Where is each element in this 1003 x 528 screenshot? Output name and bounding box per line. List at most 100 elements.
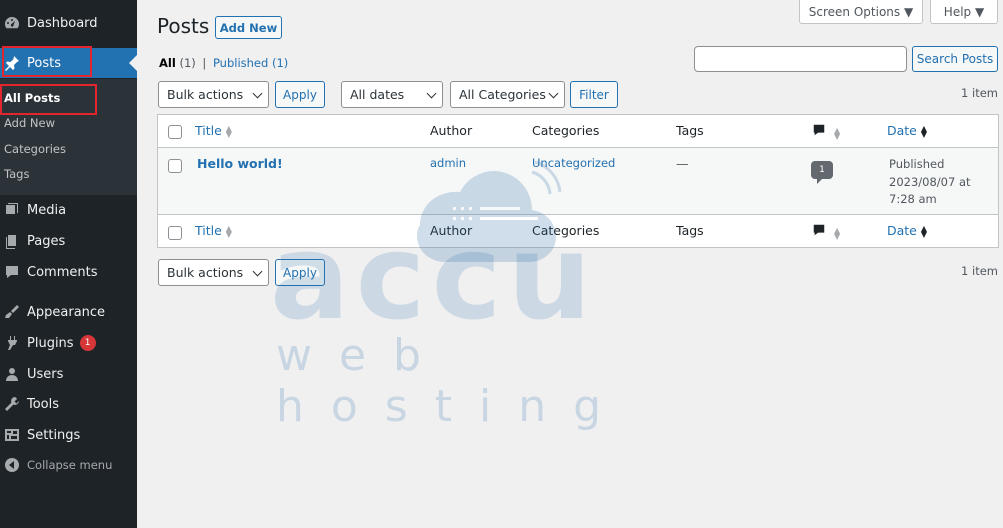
sort-desc-icon: ▲ ▼ bbox=[920, 123, 928, 139]
collapse-menu-button[interactable]: Collapse menu bbox=[0, 450, 137, 480]
screen-options-tab[interactable]: Screen Options ▼ bbox=[799, 0, 923, 24]
watermark-tagline: web hosting bbox=[276, 330, 629, 432]
post-status-filters: All (1) | Published (1) bbox=[159, 56, 288, 70]
post-date-value: 2023/08/07 at bbox=[889, 174, 971, 189]
filter-all-link[interactable]: All bbox=[159, 56, 176, 70]
submenu-tags[interactable]: Tags bbox=[4, 167, 29, 181]
category-filter-value: All Categories bbox=[459, 87, 546, 102]
collapse-menu-label: Collapse menu bbox=[27, 458, 113, 472]
apply-button-top[interactable]: Apply bbox=[275, 81, 325, 108]
filter-button[interactable]: Filter bbox=[570, 81, 618, 108]
column-title-label: Title bbox=[195, 223, 222, 238]
plugins-update-badge: 1 bbox=[79, 335, 96, 351]
column-categories: Categories bbox=[532, 123, 600, 138]
column-author: Author bbox=[430, 123, 473, 138]
column-comments-sort[interactable]: ▲ ▼ bbox=[812, 123, 840, 140]
search-input[interactable] bbox=[694, 46, 907, 72]
column-title-sort[interactable]: Title ▲ ▼ bbox=[195, 123, 232, 138]
sidebar-item-pages[interactable]: Pages bbox=[0, 226, 137, 256]
post-date-status: Published bbox=[889, 157, 945, 171]
divider bbox=[158, 214, 998, 215]
page-title: Posts bbox=[157, 14, 210, 38]
column-author-footer: Author bbox=[430, 223, 473, 238]
post-date-time: 7:28 am bbox=[889, 192, 937, 206]
sort-icon: ▲ ▼ bbox=[834, 125, 841, 141]
sort-icon: ▲ ▼ bbox=[225, 123, 232, 139]
sidebar-item-settings[interactable]: Settings bbox=[0, 420, 137, 450]
submenu-add-new[interactable]: Add New bbox=[4, 116, 55, 130]
add-new-button[interactable]: Add New bbox=[215, 16, 282, 39]
apply-button-bottom[interactable]: Apply bbox=[275, 259, 325, 286]
filter-published-count: (1) bbox=[271, 56, 289, 70]
select-all-checkbox-footer[interactable] bbox=[168, 226, 182, 240]
sidebar-item-dashboard[interactable]: Dashboard bbox=[0, 8, 137, 38]
chevron-down-icon bbox=[252, 266, 263, 277]
sort-icon: ▲ ▼ bbox=[225, 223, 232, 239]
sidebar-item-plugins[interactable]: Plugins 1 bbox=[0, 328, 137, 358]
post-date: Published 2023/08/07 at 7:28 am bbox=[889, 156, 971, 209]
column-title-label: Title bbox=[195, 123, 222, 138]
submenu-categories[interactable]: Categories bbox=[4, 142, 66, 156]
posts-table: Title ▲ ▼ Author Categories Tags ▲ ▼ Date ▲ ▼… bbox=[157, 114, 999, 248]
sidebar-item-users[interactable]: Users bbox=[0, 359, 137, 389]
sidebar-item-label: Users bbox=[27, 366, 64, 382]
column-categories-footer: Categories bbox=[532, 223, 600, 238]
dates-filter-value: All dates bbox=[350, 87, 405, 102]
bulk-actions-value: Bulk actions bbox=[167, 265, 244, 280]
sidebar-item-label: Comments bbox=[27, 264, 98, 280]
sidebar-item-media[interactable]: Media bbox=[0, 195, 137, 225]
sidebar-item-label: Dashboard bbox=[27, 15, 98, 31]
highlight-box-posts bbox=[2, 46, 92, 77]
chevron-down-icon bbox=[548, 88, 559, 99]
select-all-checkbox[interactable] bbox=[168, 125, 182, 139]
post-author-link[interactable]: admin bbox=[430, 156, 466, 170]
row-checkbox[interactable] bbox=[168, 159, 182, 173]
sort-desc-icon: ▲ ▼ bbox=[920, 223, 928, 239]
bulk-actions-select-top[interactable]: Bulk actions bbox=[158, 81, 269, 108]
item-count-top: 1 item bbox=[961, 86, 998, 100]
column-date-sort-footer[interactable]: Date ▲ ▼ bbox=[887, 223, 927, 238]
post-tags: — bbox=[676, 156, 689, 171]
filter-published-link[interactable]: Published bbox=[213, 56, 268, 70]
column-date-sort[interactable]: Date ▲ ▼ bbox=[887, 123, 927, 138]
pages-icon bbox=[3, 232, 21, 250]
comment-icon bbox=[813, 124, 825, 136]
column-title-sort-footer[interactable]: Title ▲ ▼ bbox=[195, 223, 232, 238]
bulk-actions-select-bottom[interactable]: Bulk actions bbox=[158, 259, 269, 286]
sidebar-item-tools[interactable]: Tools bbox=[0, 389, 137, 419]
bulk-actions-value: Bulk actions bbox=[167, 87, 244, 102]
sidebar-item-label: Plugins bbox=[27, 335, 74, 351]
post-category-link[interactable]: Uncategorized bbox=[532, 156, 615, 170]
tools-icon bbox=[3, 395, 21, 413]
sidebar-item-label: Tools bbox=[27, 396, 60, 412]
dashboard-icon bbox=[3, 14, 21, 32]
sort-icon: ▲ ▼ bbox=[834, 225, 841, 241]
filter-all-count: (1) bbox=[179, 56, 196, 70]
sidebar-item-comments[interactable]: Comments bbox=[0, 257, 137, 287]
active-indicator bbox=[129, 55, 137, 71]
sidebar-item-label: Settings bbox=[27, 427, 81, 443]
dates-filter-select[interactable]: All dates bbox=[341, 81, 443, 108]
sidebar-item-label: Pages bbox=[27, 233, 66, 249]
column-date-label: Date bbox=[887, 223, 917, 238]
search-posts-button[interactable]: Search Posts bbox=[912, 46, 998, 72]
comment-count-bubble[interactable]: 1 bbox=[811, 161, 833, 184]
sidebar-item-label: Appearance bbox=[27, 304, 106, 320]
comment-icon bbox=[813, 224, 825, 236]
collapse-icon bbox=[3, 456, 21, 474]
table-row: Hello world! admin Uncategorized — 1 Pub… bbox=[158, 148, 998, 214]
highlight-box-all-posts bbox=[0, 84, 97, 115]
post-title-link[interactable]: Hello world! bbox=[197, 156, 283, 171]
category-filter-select[interactable]: All Categories bbox=[450, 81, 565, 108]
chevron-down-icon bbox=[426, 88, 437, 99]
comments-icon bbox=[3, 263, 21, 281]
sidebar-item-appearance[interactable]: Appearance bbox=[0, 297, 137, 327]
filter-separator: | bbox=[202, 56, 207, 70]
column-date-label: Date bbox=[887, 123, 917, 138]
help-tab[interactable]: Help ▼ bbox=[930, 0, 998, 24]
appearance-icon bbox=[3, 303, 21, 321]
users-icon bbox=[3, 365, 21, 383]
item-count-bottom: 1 item bbox=[961, 264, 998, 278]
sidebar-item-label: Media bbox=[27, 202, 67, 218]
column-comments-sort-footer[interactable]: ▲ ▼ bbox=[812, 223, 840, 240]
